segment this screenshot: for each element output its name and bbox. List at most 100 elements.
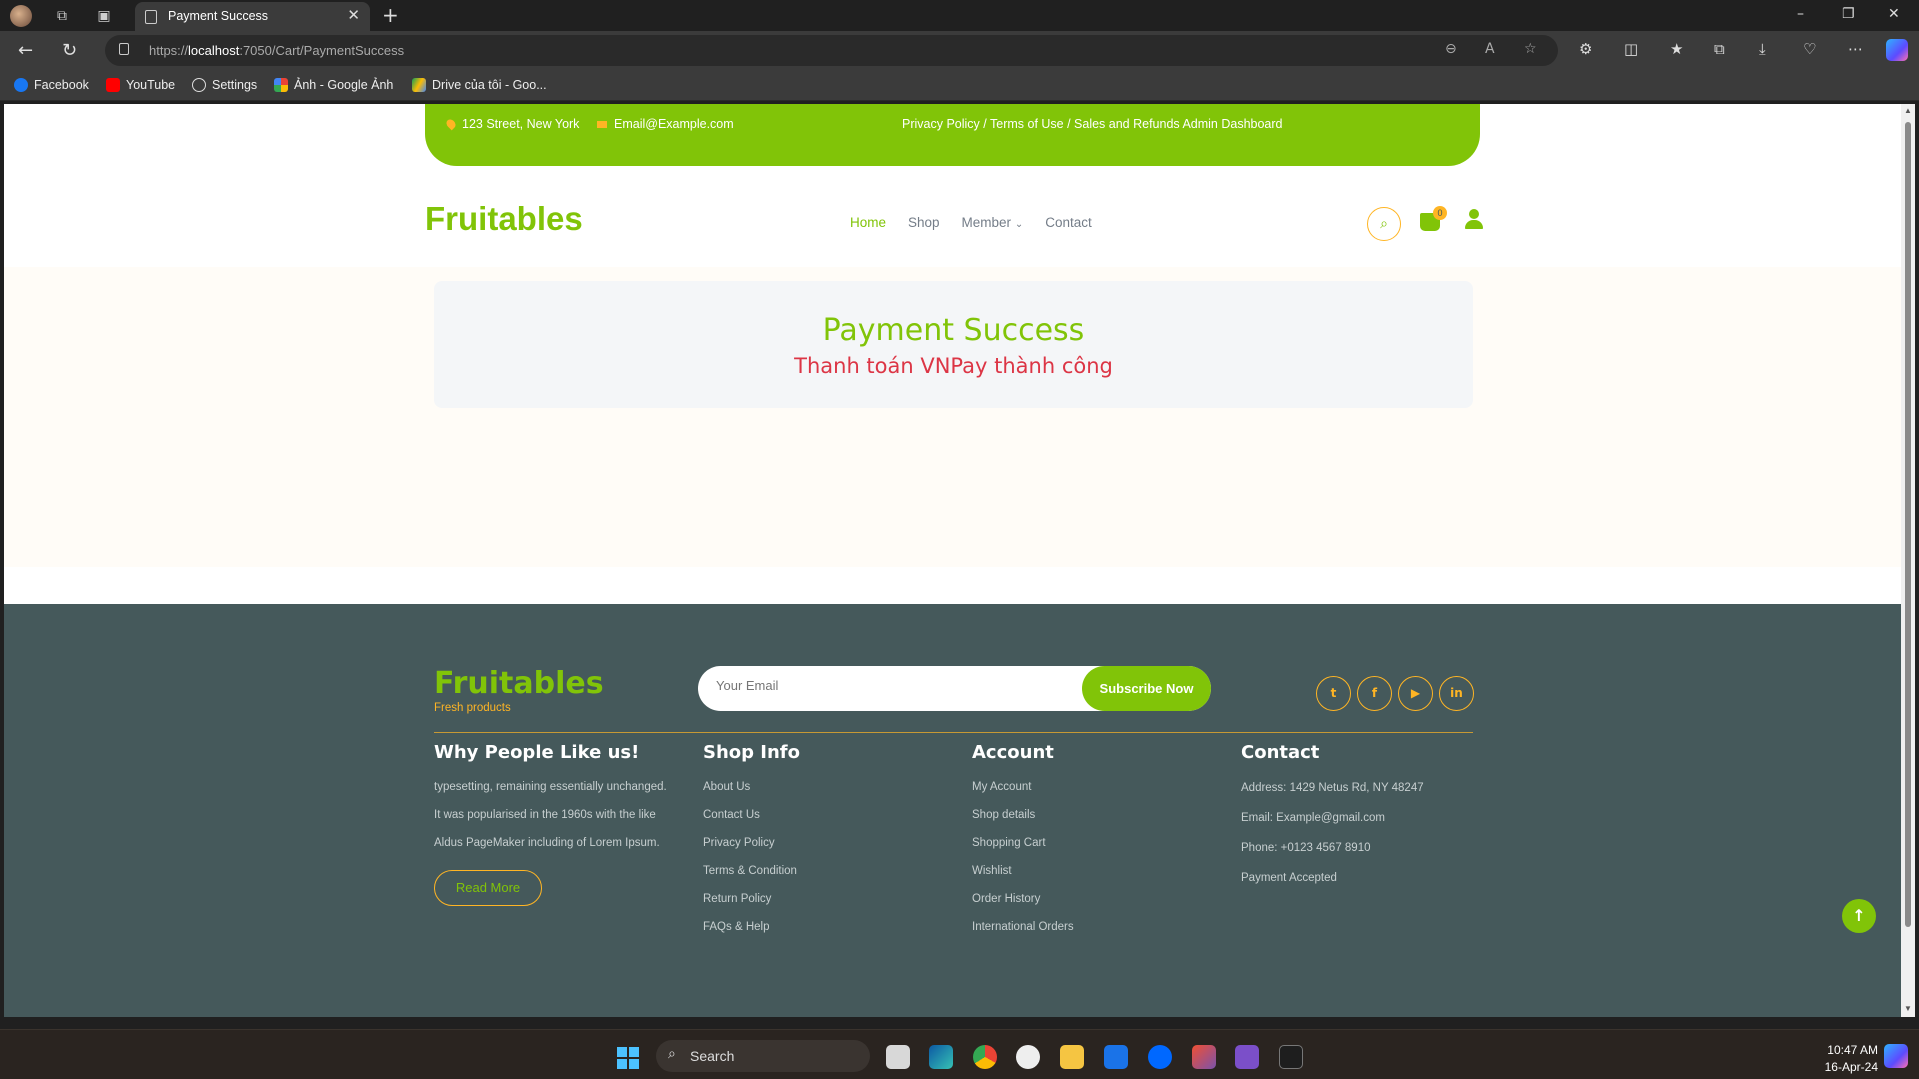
facebook-icon[interactable]: f	[1357, 676, 1392, 711]
system-clock[interactable]: 10:47 AM 16-Apr-24	[1800, 1042, 1878, 1076]
nav-member[interactable]: Member ⌄	[962, 215, 1024, 230]
browser-tab-active[interactable]: Payment Success ✕	[135, 2, 370, 31]
minimize-icon[interactable]: –	[1797, 6, 1804, 22]
map-pin-icon	[444, 117, 458, 131]
start-icon[interactable]	[617, 1047, 639, 1069]
youtube-icon[interactable]: ▶	[1398, 676, 1433, 711]
read-more-button[interactable]: Read More	[434, 870, 542, 906]
scroll-down-icon[interactable]: ▼	[1904, 1004, 1912, 1013]
facebook-icon	[14, 78, 28, 92]
downloads-icon[interactable]: ⤓	[1759, 40, 1766, 58]
task-view-icon[interactable]	[886, 1045, 910, 1069]
scrollbar-thumb[interactable]	[1905, 122, 1911, 927]
extensions-icon[interactable]: ⚙	[1579, 40, 1592, 58]
shop-info-heading: Shop Info	[703, 742, 801, 763]
close-window-icon[interactable]: ✕	[1888, 6, 1900, 22]
footer-link-terms[interactable]: Terms & Condition	[703, 857, 800, 885]
back-to-top-icon[interactable]: ↑	[1842, 899, 1876, 933]
bookmark-youtube[interactable]: YouTube	[106, 78, 175, 92]
footer-link-order-history[interactable]: Order History	[972, 885, 1074, 913]
more-menu-icon[interactable]: ⋯	[1848, 40, 1863, 58]
close-tab-icon[interactable]: ✕	[347, 6, 360, 24]
address-bar[interactable]: https://localhost:7050/Cart/PaymentSucce…	[105, 35, 1558, 66]
why-heading: Why People Like us!	[434, 742, 640, 763]
bookmark-facebook[interactable]: Facebook	[14, 78, 89, 92]
bookmark-settings[interactable]: Settings	[192, 78, 257, 92]
chrome-icon[interactable]	[973, 1045, 997, 1069]
bookmark-google-photos[interactable]: Ảnh - Google Ảnh	[274, 78, 393, 92]
subscribe-button[interactable]: Subscribe Now	[1082, 666, 1211, 711]
profile-avatar[interactable]	[10, 5, 32, 27]
vertical-tabs-icon[interactable]: ▣	[94, 6, 114, 26]
footer-link-faqs[interactable]: FAQs & Help	[703, 913, 800, 941]
footer-link-about[interactable]: About Us	[703, 773, 800, 801]
footer-link-my-account[interactable]: My Account	[972, 773, 1074, 801]
taskbar-search[interactable]: ⌕ Search	[656, 1040, 870, 1072]
lock-icon[interactable]	[119, 43, 129, 55]
favorites-icon[interactable]: ★	[1670, 40, 1683, 58]
copilot-icon[interactable]	[1886, 39, 1908, 61]
visual-studio-icon[interactable]	[1235, 1045, 1259, 1069]
page-viewport: 123 Street, New York Email@Example.com P…	[4, 104, 1901, 1017]
clock-app-icon[interactable]	[1016, 1045, 1040, 1069]
bookmark-google-drive[interactable]: Drive của tôi - Goo...	[412, 78, 547, 92]
footer-link-return[interactable]: Return Policy	[703, 885, 800, 913]
chevron-down-icon: ⌄	[1014, 219, 1024, 230]
new-tab-icon[interactable]: +	[382, 3, 399, 27]
restore-icon[interactable]: ❐	[1842, 6, 1855, 22]
email-info[interactable]: Email@Example.com	[597, 117, 734, 131]
back-icon[interactable]: ←	[18, 40, 33, 61]
favorite-star-icon[interactable]: ☆	[1524, 41, 1537, 57]
footer-link-contact[interactable]: Contact Us	[703, 801, 800, 829]
footer-logo[interactable]: Fruitables	[434, 666, 604, 701]
windows-taskbar: ⌕ Search 10:47 AM 16-Apr-24	[0, 1029, 1919, 1079]
split-screen-icon[interactable]: ◫	[1624, 40, 1638, 58]
address-toolbar: ← ↻ https://localhost:7050/Cart/PaymentS…	[0, 31, 1919, 71]
footer-tagline: Fresh products	[434, 702, 511, 714]
read-aloud-icon[interactable]: A	[1485, 41, 1495, 57]
nav-contact[interactable]: Contact	[1045, 215, 1092, 230]
account-heading: Account	[972, 742, 1054, 763]
email-input[interactable]	[716, 678, 1016, 693]
mail-icon[interactable]	[1104, 1045, 1128, 1069]
footer-link-international[interactable]: International Orders	[972, 913, 1074, 941]
nav-shop[interactable]: Shop	[908, 215, 940, 230]
git-icon[interactable]	[1192, 1045, 1216, 1069]
file-explorer-icon[interactable]	[1060, 1045, 1084, 1069]
browser-tab-strip: ⧉ ▣ Payment Success ✕ + – ❐ ✕	[0, 0, 1919, 31]
page-scrollbar[interactable]: ▲ ▼	[1901, 104, 1915, 1017]
footer-link-privacy[interactable]: Privacy Policy	[703, 829, 800, 857]
footer-link-shopping-cart[interactable]: Shopping Cart	[972, 829, 1074, 857]
search-icon[interactable]: ⌕	[1367, 207, 1401, 241]
footer-why-column: Why People Like us! typesetting, remaini…	[434, 742, 674, 857]
footer-account-column: Account My Account Shop details Shopping…	[972, 742, 1074, 941]
copilot-taskbar-icon[interactable]	[1884, 1044, 1908, 1068]
scroll-up-icon[interactable]: ▲	[1904, 106, 1912, 115]
search-icon: ⌕	[668, 1046, 676, 1062]
linkedin-icon[interactable]: in	[1439, 676, 1474, 711]
terminal-icon[interactable]	[1279, 1045, 1303, 1069]
footer-link-wishlist[interactable]: Wishlist	[972, 857, 1074, 885]
workspaces-icon[interactable]: ⧉	[52, 6, 72, 26]
google-drive-icon	[412, 78, 426, 92]
edge-icon[interactable]	[929, 1045, 953, 1069]
nav-home[interactable]: Home	[850, 215, 886, 230]
health-icon[interactable]: ♡	[1803, 40, 1816, 58]
zoom-out-icon[interactable]: ⊖	[1445, 41, 1457, 57]
address-info: 123 Street, New York	[444, 117, 579, 131]
site-logo[interactable]: Fruitables	[425, 200, 583, 238]
page-title: Payment Success	[822, 313, 1085, 348]
footer-contact-column: Contact Address: 1429 Netus Rd, NY 48247…	[1241, 742, 1424, 893]
envelope-icon	[597, 120, 607, 128]
twitter-icon[interactable]: t	[1316, 676, 1351, 711]
zalo-icon[interactable]	[1148, 1045, 1172, 1069]
footer-divider	[434, 732, 1473, 733]
payment-message: Thanh toán VNPay thành công	[794, 354, 1113, 378]
refresh-icon[interactable]: ↻	[62, 40, 77, 61]
youtube-icon	[106, 78, 120, 92]
collections-icon[interactable]: ⧉	[1714, 40, 1725, 58]
top-info-bar: 123 Street, New York Email@Example.com P…	[425, 104, 1480, 166]
user-icon[interactable]	[1464, 209, 1484, 229]
footer-link-shop-details[interactable]: Shop details	[972, 801, 1074, 829]
top-links[interactable]: Privacy Policy / Terms of Use / Sales an…	[902, 117, 1283, 131]
